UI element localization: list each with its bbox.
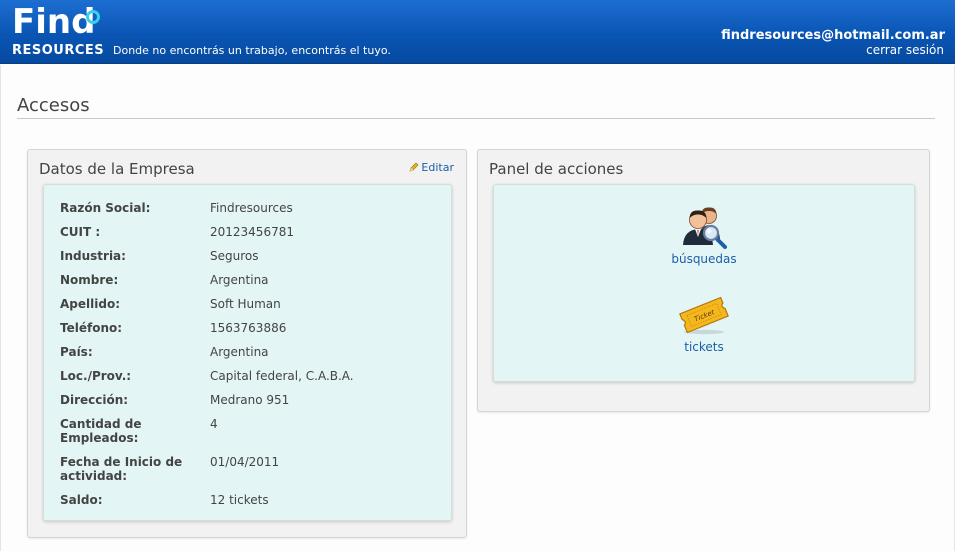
field-label: Fecha de Inicio de actividad:: [60, 455, 183, 483]
logo-subtitle: RESOURCES: [12, 43, 105, 58]
company-data-panel: Datos de la Empresa Editar Razón Social:…: [27, 149, 467, 538]
searches-action[interactable]: búsquedas: [494, 205, 914, 266]
actions-box: búsquedas Ticket tickets: [493, 184, 915, 382]
field-label: País:: [60, 345, 93, 359]
edit-company-link[interactable]: Editar: [409, 161, 454, 174]
edit-label: Editar: [421, 161, 454, 174]
field-label: Apellido:: [60, 297, 120, 311]
field-value: Seguros: [210, 249, 259, 263]
tickets-action[interactable]: Ticket tickets: [494, 291, 914, 354]
field-value: Argentina: [210, 345, 269, 359]
findresources-logo[interactable]: Find RESOURCES: [12, 2, 105, 60]
company-fields-box: Razón Social: Findresources CUIT : 20123…: [43, 184, 452, 521]
field-label: Razón Social:: [60, 201, 151, 215]
actions-panel-title: Panel de acciones: [489, 160, 624, 178]
ticket-icon: Ticket: [679, 296, 729, 335]
tickets-label: tickets: [684, 340, 724, 354]
searches-label: búsquedas: [671, 252, 737, 266]
field-value: Medrano 951: [210, 393, 290, 407]
field-value: 01/04/2011: [210, 455, 280, 469]
logout-link[interactable]: cerrar sesión: [866, 43, 944, 57]
field-value: Findresources: [210, 201, 293, 215]
users-search-icon: [683, 207, 727, 249]
logo-wordmark: Find: [12, 2, 96, 42]
field-label: Industria:: [60, 249, 126, 263]
field-label: Dirección:: [60, 393, 129, 407]
title-divider: [17, 118, 935, 119]
pencil-icon: [409, 162, 419, 172]
field-label: CUIT :: [60, 225, 101, 239]
page-title: Accesos: [17, 95, 90, 116]
field-label: Saldo:: [60, 493, 103, 507]
field-value: Argentina: [210, 273, 269, 287]
field-label: Nombre:: [60, 273, 119, 287]
field-value: 12 tickets: [210, 493, 269, 507]
company-panel-title: Datos de la Empresa: [39, 160, 195, 178]
top-bar: Find RESOURCES Donde no encontrás un tra…: [0, 0, 955, 64]
field-label: Teléfono:: [60, 321, 123, 335]
logo-ring-icon: [86, 10, 100, 24]
field-label: Loc./Prov.:: [60, 369, 132, 383]
user-email: findresources@hotmail.com.ar: [721, 28, 945, 43]
field-value: 4: [210, 417, 218, 431]
field-value: 1563763886: [210, 321, 287, 335]
field-value: 20123456781: [210, 225, 294, 239]
tagline: Donde no encontrás un trabajo, encontrás…: [113, 44, 391, 57]
field-value: Capital federal, C.A.B.A.: [210, 369, 354, 383]
field-value: Soft Human: [210, 297, 281, 311]
main-content: Accesos Datos de la Empresa Editar Razón…: [0, 65, 955, 551]
actions-panel: Panel de acciones búsquedas Ticket ticke…: [477, 149, 930, 412]
field-label: Cantidad de Empleados:: [60, 417, 142, 445]
